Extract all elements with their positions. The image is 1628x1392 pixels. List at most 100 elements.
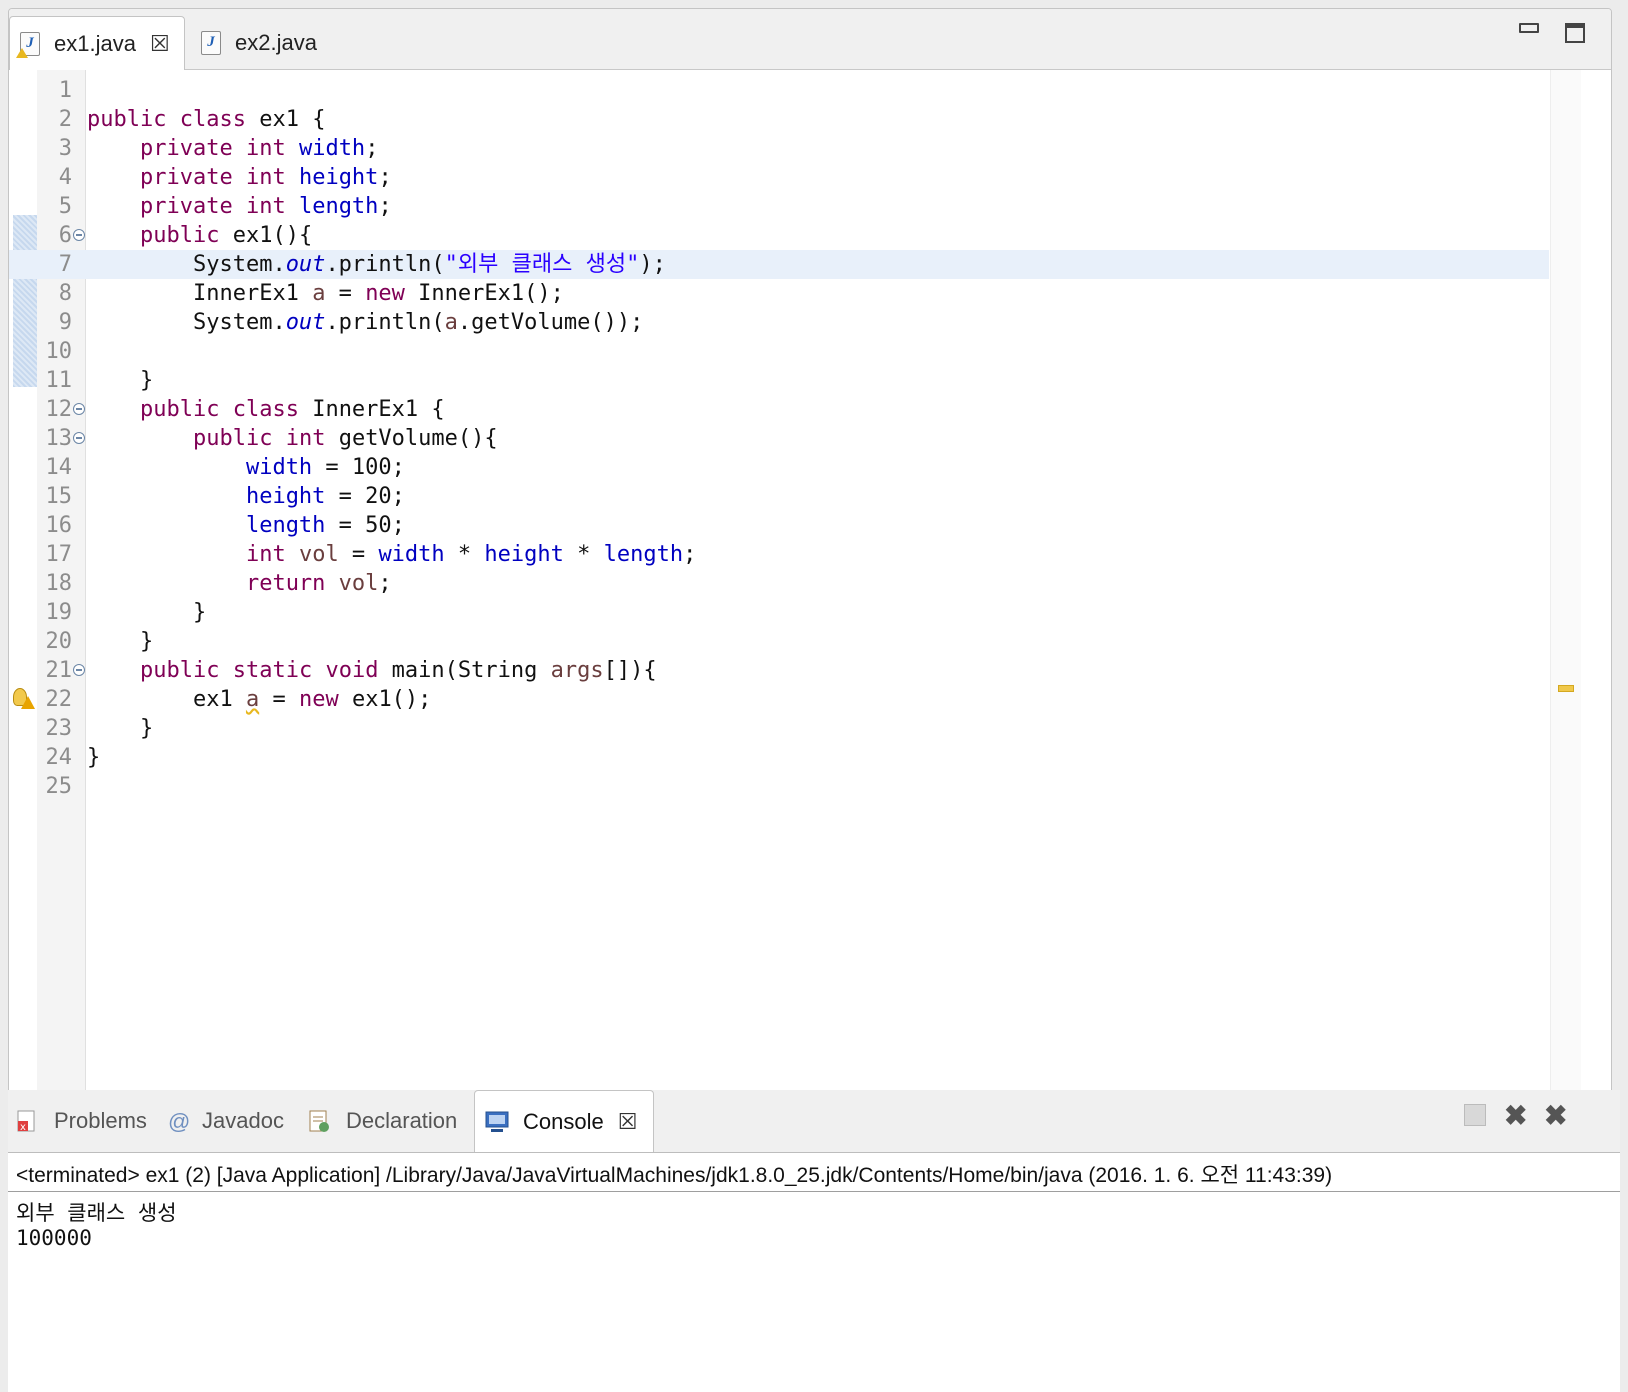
tab-label: Console <box>523 1108 604 1134</box>
code-line[interactable]: 12 public class InnerEx1 { <box>9 395 1549 424</box>
terminate-icon[interactable] <box>1464 1104 1486 1126</box>
line-number: 24 <box>45 745 73 770</box>
code-text: public class ex1 { <box>87 105 325 134</box>
tab-javadoc[interactable]: @ Javadoc <box>168 1090 284 1152</box>
code-token: = 50; <box>325 513 405 538</box>
code-line[interactable]: 4 private int height; <box>9 163 1549 192</box>
tab-ex2-java[interactable]: J ex2.java <box>191 16 341 69</box>
collapse-icon[interactable] <box>73 432 85 444</box>
console-output-line: 100000 <box>16 1226 92 1250</box>
console-panel: x Problems @ Javadoc Declaration Console… <box>8 1090 1620 1392</box>
code-line[interactable]: 2 public class ex1 { <box>9 105 1549 134</box>
code-line[interactable]: 17 int vol = width * height * length; <box>9 540 1549 569</box>
code-line[interactable]: 16 length = 50; <box>9 511 1549 540</box>
code-token: height <box>298 165 379 190</box>
quickfix-warning-icon[interactable] <box>13 688 35 710</box>
close-icon[interactable]: ☒ <box>150 31 170 57</box>
code-token: width <box>245 455 313 480</box>
code-token: class <box>179 107 246 132</box>
code-line[interactable]: 10 <box>9 337 1549 366</box>
code-token: ; <box>378 571 392 596</box>
code-text: } <box>87 714 153 743</box>
code-token: width <box>378 542 445 567</box>
code-token: length <box>298 194 379 219</box>
code-line[interactable]: 25 <box>9 772 1549 801</box>
collapse-icon[interactable] <box>73 403 85 415</box>
close-icon[interactable]: ☒ <box>618 1109 638 1135</box>
minimize-icon[interactable] <box>1519 23 1539 33</box>
console-output-area[interactable]: <terminated> ex1 (2) [Java Application] … <box>8 1153 1620 1392</box>
line-number: 7 <box>58 252 72 277</box>
code-token: args <box>550 658 604 683</box>
code-line[interactable]: 15 height = 20; <box>9 482 1549 511</box>
code-line[interactable]: 11 } <box>9 366 1549 395</box>
code-line[interactable]: 19 } <box>9 598 1549 627</box>
code-token: int <box>245 194 286 219</box>
code-line[interactable]: 8 InnerEx1 a = new InnerEx1(); <box>9 279 1549 308</box>
tab-label: ex1.java <box>54 30 136 56</box>
code-line[interactable]: 3 private int width; <box>9 134 1549 163</box>
line-number: 15 <box>45 484 73 509</box>
code-token: = <box>259 687 299 712</box>
code-line[interactable]: 7 System.out.println("외부 클래스 생성"); <box>9 250 1549 279</box>
code-line[interactable]: 14 width = 100; <box>9 453 1549 482</box>
tab-ex1-java[interactable]: J ex1.java ☒ <box>9 16 185 70</box>
code-text: width = 100; <box>87 453 405 482</box>
code-token: * <box>563 542 604 567</box>
svg-text:x: x <box>20 1122 26 1133</box>
code-token: vol <box>285 542 339 567</box>
code-text: public static void main(String args[]){ <box>87 656 657 685</box>
tab-label: ex2.java <box>235 29 317 55</box>
code-token: ex1(){ <box>219 223 313 248</box>
code-token: } <box>192 600 207 625</box>
declaration-icon <box>308 1109 332 1133</box>
code-line[interactable]: 18 return vol; <box>9 569 1549 598</box>
code-token: = <box>338 542 379 567</box>
code-token: height <box>245 484 326 509</box>
code-line[interactable]: 22 ex1 a = new ex1(); <box>9 685 1549 714</box>
code-line[interactable]: 6 public ex1(){ <box>9 221 1549 250</box>
code-token: main(String <box>378 658 551 683</box>
code-line[interactable]: 9 System.out.println(a.getVolume()); <box>9 308 1549 337</box>
code-editor[interactable]: 1 2 public class ex1 {3 private int width;… <box>9 70 1611 1120</box>
line-number: 20 <box>45 629 73 654</box>
code-token: } <box>139 368 154 393</box>
code-token: ; <box>378 194 392 219</box>
code-token: []){ <box>603 658 657 683</box>
code-line[interactable]: 20 } <box>9 627 1549 656</box>
code-text: private int length; <box>87 192 392 221</box>
editor-panel: J ex1.java ☒ J ex2.java 1 2 public class e… <box>8 8 1612 1121</box>
line-number: 2 <box>58 107 72 132</box>
code-text: public class InnerEx1 { <box>87 395 445 424</box>
line-number: 8 <box>58 281 72 306</box>
code-token: InnerEx1 { <box>298 397 445 422</box>
code-token: public <box>139 223 220 248</box>
remove-launch-icon[interactable]: ✖ <box>1504 1102 1527 1130</box>
collapse-icon[interactable] <box>73 664 85 676</box>
collapse-icon[interactable] <box>73 229 85 241</box>
view-tab-bar: x Problems @ Javadoc Declaration Console… <box>8 1090 1620 1153</box>
code-text: } <box>87 627 153 656</box>
tab-problems[interactable]: x Problems <box>16 1090 147 1152</box>
code-line[interactable]: 1 <box>9 76 1549 105</box>
code-token: .getVolume()); <box>457 310 644 335</box>
tab-console[interactable]: Console ☒ <box>474 1090 654 1152</box>
code-text: System.out.println("외부 클래스 생성"); <box>87 250 666 279</box>
code-line[interactable]: 24} <box>9 743 1549 772</box>
java-file-icon: J <box>201 30 221 55</box>
code-line[interactable]: 5 private int length; <box>9 192 1549 221</box>
warning-marker[interactable] <box>1558 685 1574 692</box>
code-token: vol <box>325 571 379 596</box>
remove-all-terminated-icon[interactable]: ✖ <box>1544 1102 1567 1130</box>
code-line[interactable]: 21 public static void main(String args[]… <box>9 656 1549 685</box>
tab-declaration[interactable]: Declaration <box>308 1090 457 1152</box>
code-line[interactable]: 23 } <box>9 714 1549 743</box>
code-line[interactable]: 13 public int getVolume(){ <box>9 424 1549 453</box>
tab-label: Declaration <box>346 1108 458 1133</box>
code-token: public <box>192 426 273 451</box>
console-icon <box>485 1110 509 1134</box>
code-token: ; <box>365 136 379 161</box>
maximize-icon[interactable] <box>1565 23 1585 43</box>
code-text: public int getVolume(){ <box>87 424 498 453</box>
overview-ruler[interactable] <box>1550 70 1581 1120</box>
